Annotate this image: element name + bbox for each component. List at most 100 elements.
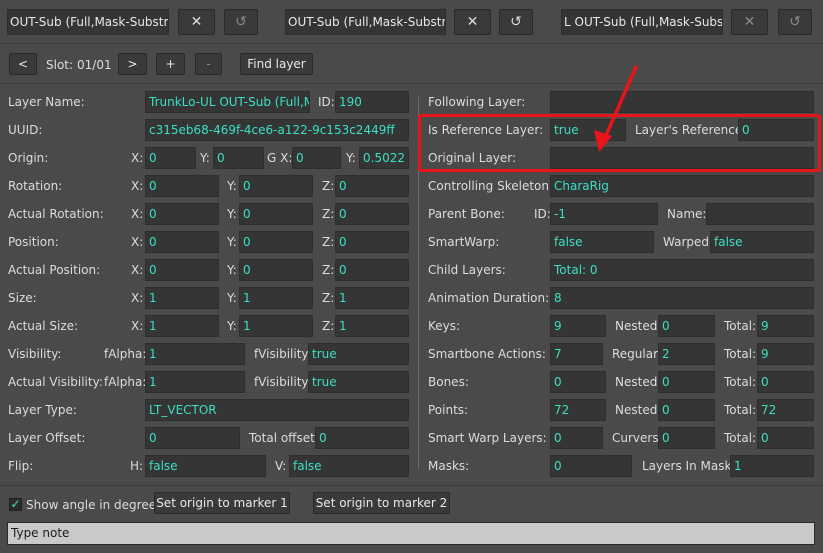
smartwarp-label: SmartWarp: — [428, 235, 500, 249]
smart-warp-layers-field[interactable]: 0 — [550, 427, 603, 449]
fvisibility-label: fVisibility: — [254, 375, 312, 389]
keys-total-field[interactable]: 9 — [757, 315, 814, 337]
find-layer-button[interactable]: Find layer — [240, 53, 313, 75]
layer-tab-3-title[interactable]: L OUT-Sub (Full,Mask-Substrac — [561, 9, 723, 35]
total-label: Total: — [724, 347, 757, 361]
actual-position-y-field[interactable]: 0 — [239, 259, 313, 281]
flip-label: Flip: — [8, 459, 34, 473]
rotation-z-field[interactable]: 0 — [335, 175, 409, 197]
layer-offset-field[interactable]: 0 — [145, 427, 240, 449]
actual-position-z-field[interactable]: 0 — [335, 259, 409, 281]
points-field[interactable]: 72 — [550, 399, 606, 421]
falpha-label: fAlpha: — [104, 347, 147, 361]
keys-nested-field[interactable]: 0 — [658, 315, 715, 337]
y-label: Y: — [227, 207, 237, 221]
position-z-field[interactable]: 0 — [335, 231, 409, 253]
uuid-field[interactable]: c315eb68-469f-4ce6-a122-9c153c2449ff — [145, 119, 409, 141]
next-slot-button[interactable]: > — [118, 53, 147, 75]
warped-label: Warped: — [663, 235, 714, 249]
falpha-field[interactable]: 1 — [145, 343, 245, 365]
actual-size-y-field[interactable]: 1 — [239, 315, 313, 337]
origin-gx-field[interactable]: 0 — [292, 147, 341, 169]
smart-warp-total-field[interactable]: 0 — [757, 427, 814, 449]
falpha-label: fAlpha: — [104, 375, 147, 389]
footer-divider — [0, 485, 823, 486]
smartbone-total-field[interactable]: 9 — [757, 343, 814, 365]
layers-in-masks-field[interactable]: 1 — [730, 455, 814, 477]
close-icon[interactable]: ✕ — [454, 9, 491, 35]
actual-size-x-field[interactable]: 1 — [145, 315, 219, 337]
origin-x-field[interactable]: 0 — [145, 147, 196, 169]
size-z-field[interactable]: 1 — [335, 287, 409, 309]
smartbone-actions-field[interactable]: 7 — [550, 343, 603, 365]
layer-tab-2-title[interactable]: OUT-Sub (Full,Mask-Substract — [285, 9, 446, 35]
origin-x-label: X: — [131, 151, 144, 165]
layer-type-field[interactable]: LT_VECTOR — [145, 399, 409, 421]
y-label: Y: — [227, 291, 237, 305]
add-slot-button[interactable]: + — [156, 53, 185, 75]
actual-rotation-x-field[interactable]: 0 — [145, 203, 219, 225]
close-icon[interactable]: ✕ — [178, 9, 215, 35]
show-angle-checkbox[interactable]: ✓ — [9, 498, 22, 511]
actual-fvisibility-field[interactable]: true — [308, 371, 409, 393]
total-offset-field[interactable]: 0 — [315, 427, 409, 449]
bones-total-field[interactable]: 0 — [757, 371, 814, 393]
flip-v-field[interactable]: false — [289, 455, 409, 477]
prev-slot-button[interactable]: < — [9, 53, 37, 75]
layer-name-field[interactable]: TrunkLo-UL OUT-Sub (Full,Ma — [145, 91, 310, 113]
points-nested-field[interactable]: 0 — [658, 399, 715, 421]
flip-v-label: V: — [275, 459, 287, 473]
close-icon[interactable]: ✕ — [731, 9, 768, 35]
origin-gy-field[interactable]: 0.5022 — [359, 147, 409, 169]
actual-position-x-field[interactable]: 0 — [145, 259, 219, 281]
warped-field[interactable]: false — [710, 231, 814, 253]
size-x-field[interactable]: 1 — [145, 287, 219, 309]
points-total-field[interactable]: 72 — [757, 399, 814, 421]
reset-icon[interactable]: ↺ — [499, 9, 533, 35]
set-origin-marker-1-button[interactable]: Set origin to marker 1 — [154, 492, 290, 514]
total-label: Total: — [724, 375, 757, 389]
controlling-skeleton-label: Controlling Skeleton: — [428, 179, 554, 193]
parent-bone-name-field[interactable] — [706, 203, 814, 225]
set-origin-marker-2-button[interactable]: Set origin to marker 2 — [313, 492, 450, 514]
animation-duration-field[interactable]: 8 — [550, 287, 814, 309]
bones-nested-field[interactable]: 0 — [658, 371, 715, 393]
smartwarp-field[interactable]: false — [550, 231, 654, 253]
child-layers-field[interactable]: Total: 0 — [550, 259, 814, 281]
x-label: X: — [131, 207, 144, 221]
bones-field[interactable]: 0 — [550, 371, 606, 393]
nested-label: Nested: — [615, 403, 662, 417]
layer-tab-1-title[interactable]: OUT-Sub (Full,Mask-Substract — [7, 9, 169, 35]
reset-icon[interactable]: ↺ — [224, 9, 258, 35]
x-label: X: — [131, 319, 144, 333]
id-field[interactable]: 190 — [335, 91, 409, 113]
note-input[interactable]: Type note — [7, 522, 815, 545]
keys-field[interactable]: 9 — [550, 315, 606, 337]
actual-rotation-y-field[interactable]: 0 — [239, 203, 313, 225]
origin-y-field[interactable]: 0 — [213, 147, 264, 169]
actual-size-z-field[interactable]: 1 — [335, 315, 409, 337]
position-y-field[interactable]: 0 — [239, 231, 313, 253]
total-label: Total: — [724, 319, 757, 333]
layers-in-masks-label: Layers In Masks: — [642, 459, 742, 473]
actual-falpha-field[interactable]: 1 — [145, 371, 245, 393]
rotation-y-field[interactable]: 0 — [239, 175, 313, 197]
controlling-skeleton-field[interactable]: CharaRig — [550, 175, 814, 197]
size-y-field[interactable]: 1 — [239, 287, 313, 309]
z-label: Z: — [322, 235, 335, 249]
actual-rotation-z-field[interactable]: 0 — [335, 203, 409, 225]
masks-label: Masks: — [428, 459, 470, 473]
remove-slot-button[interactable]: - — [195, 53, 222, 75]
rotation-x-field[interactable]: 0 — [145, 175, 219, 197]
header-divider — [0, 43, 823, 44]
curvers-field[interactable]: 0 — [658, 427, 715, 449]
parent-bone-id-field[interactable]: -1 — [550, 203, 658, 225]
z-label: Z: — [322, 179, 335, 193]
flip-h-field[interactable]: false — [145, 455, 266, 477]
fvisibility-field[interactable]: true — [308, 343, 409, 365]
layer-offset-label: Layer Offset: — [8, 431, 86, 445]
position-x-field[interactable]: 0 — [145, 231, 219, 253]
reset-icon[interactable]: ↺ — [778, 9, 812, 35]
masks-field[interactable]: 0 — [550, 455, 632, 477]
smartbone-regular-field[interactable]: 2 — [658, 343, 715, 365]
